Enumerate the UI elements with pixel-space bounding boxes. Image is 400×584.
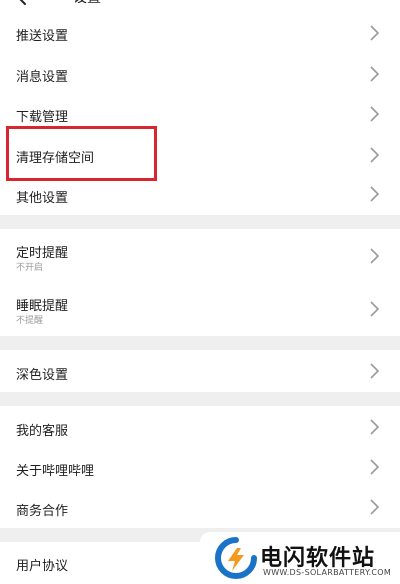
settings-item-label: 睡眠提醒 — [16, 299, 69, 314]
settings-item-label: 下载管理 — [16, 110, 69, 125]
chevron-right-icon — [370, 106, 380, 122]
settings-item-status: 不提醒 — [16, 316, 44, 326]
chevron-right-icon — [370, 419, 380, 435]
chevron-right-icon — [370, 248, 380, 264]
settings-item-other[interactable]: 其他设置 — [0, 175, 400, 215]
chevron-right-icon — [370, 499, 380, 515]
settings-item-label: 定时提醒 — [16, 246, 69, 261]
settings-item-dark-mode[interactable]: 深色设置 — [0, 350, 400, 392]
top-bar: 设置 — [0, 0, 400, 12]
settings-item-label: 我的客服 — [16, 424, 69, 439]
lightning-logo-icon — [215, 537, 257, 579]
chevron-right-icon — [370, 25, 380, 41]
section-divider — [0, 215, 400, 229]
settings-item-sleep-reminder[interactable]: 睡眠提醒 不提醒 — [0, 283, 400, 336]
chevron-right-icon — [370, 66, 380, 82]
settings-item-business[interactable]: 商务合作 — [0, 487, 400, 528]
settings-item-label: 关于哔哩哔哩 — [16, 464, 95, 479]
settings-item-label: 其他设置 — [16, 191, 69, 206]
settings-item-timer-reminder[interactable]: 定时提醒 不开启 — [0, 229, 400, 283]
watermark-url: WWW.DS-SOLARBATTERY.COM — [263, 568, 392, 577]
settings-item-message[interactable]: 消息设置 — [0, 53, 400, 94]
chevron-right-icon — [370, 186, 380, 202]
settings-item-label: 推送设置 — [16, 29, 69, 44]
section-divider — [0, 392, 400, 406]
settings-item-about[interactable]: 关于哔哩哔哩 — [0, 447, 400, 487]
settings-item-push[interactable]: 推送设置 — [0, 12, 400, 53]
section-divider — [0, 336, 400, 350]
settings-item-status: 不开启 — [16, 263, 44, 273]
page-title: 设置 — [73, 0, 101, 6]
settings-item-label: 消息设置 — [16, 70, 69, 85]
watermark: 电闪软件站 WWW.DS-SOLARBATTERY.COM — [200, 532, 400, 584]
highlight-box — [6, 126, 157, 181]
chevron-right-icon — [370, 301, 380, 317]
settings-item-label: 商务合作 — [16, 504, 69, 519]
settings-item-customer-service[interactable]: 我的客服 — [0, 406, 400, 447]
chevron-right-icon — [370, 459, 380, 475]
chevron-right-icon — [370, 147, 380, 163]
arrow-left-icon[interactable] — [16, 0, 38, 6]
settings-item-label: 用户协议 — [16, 559, 69, 574]
settings-item-label: 深色设置 — [16, 368, 69, 383]
chevron-right-icon — [370, 363, 380, 379]
